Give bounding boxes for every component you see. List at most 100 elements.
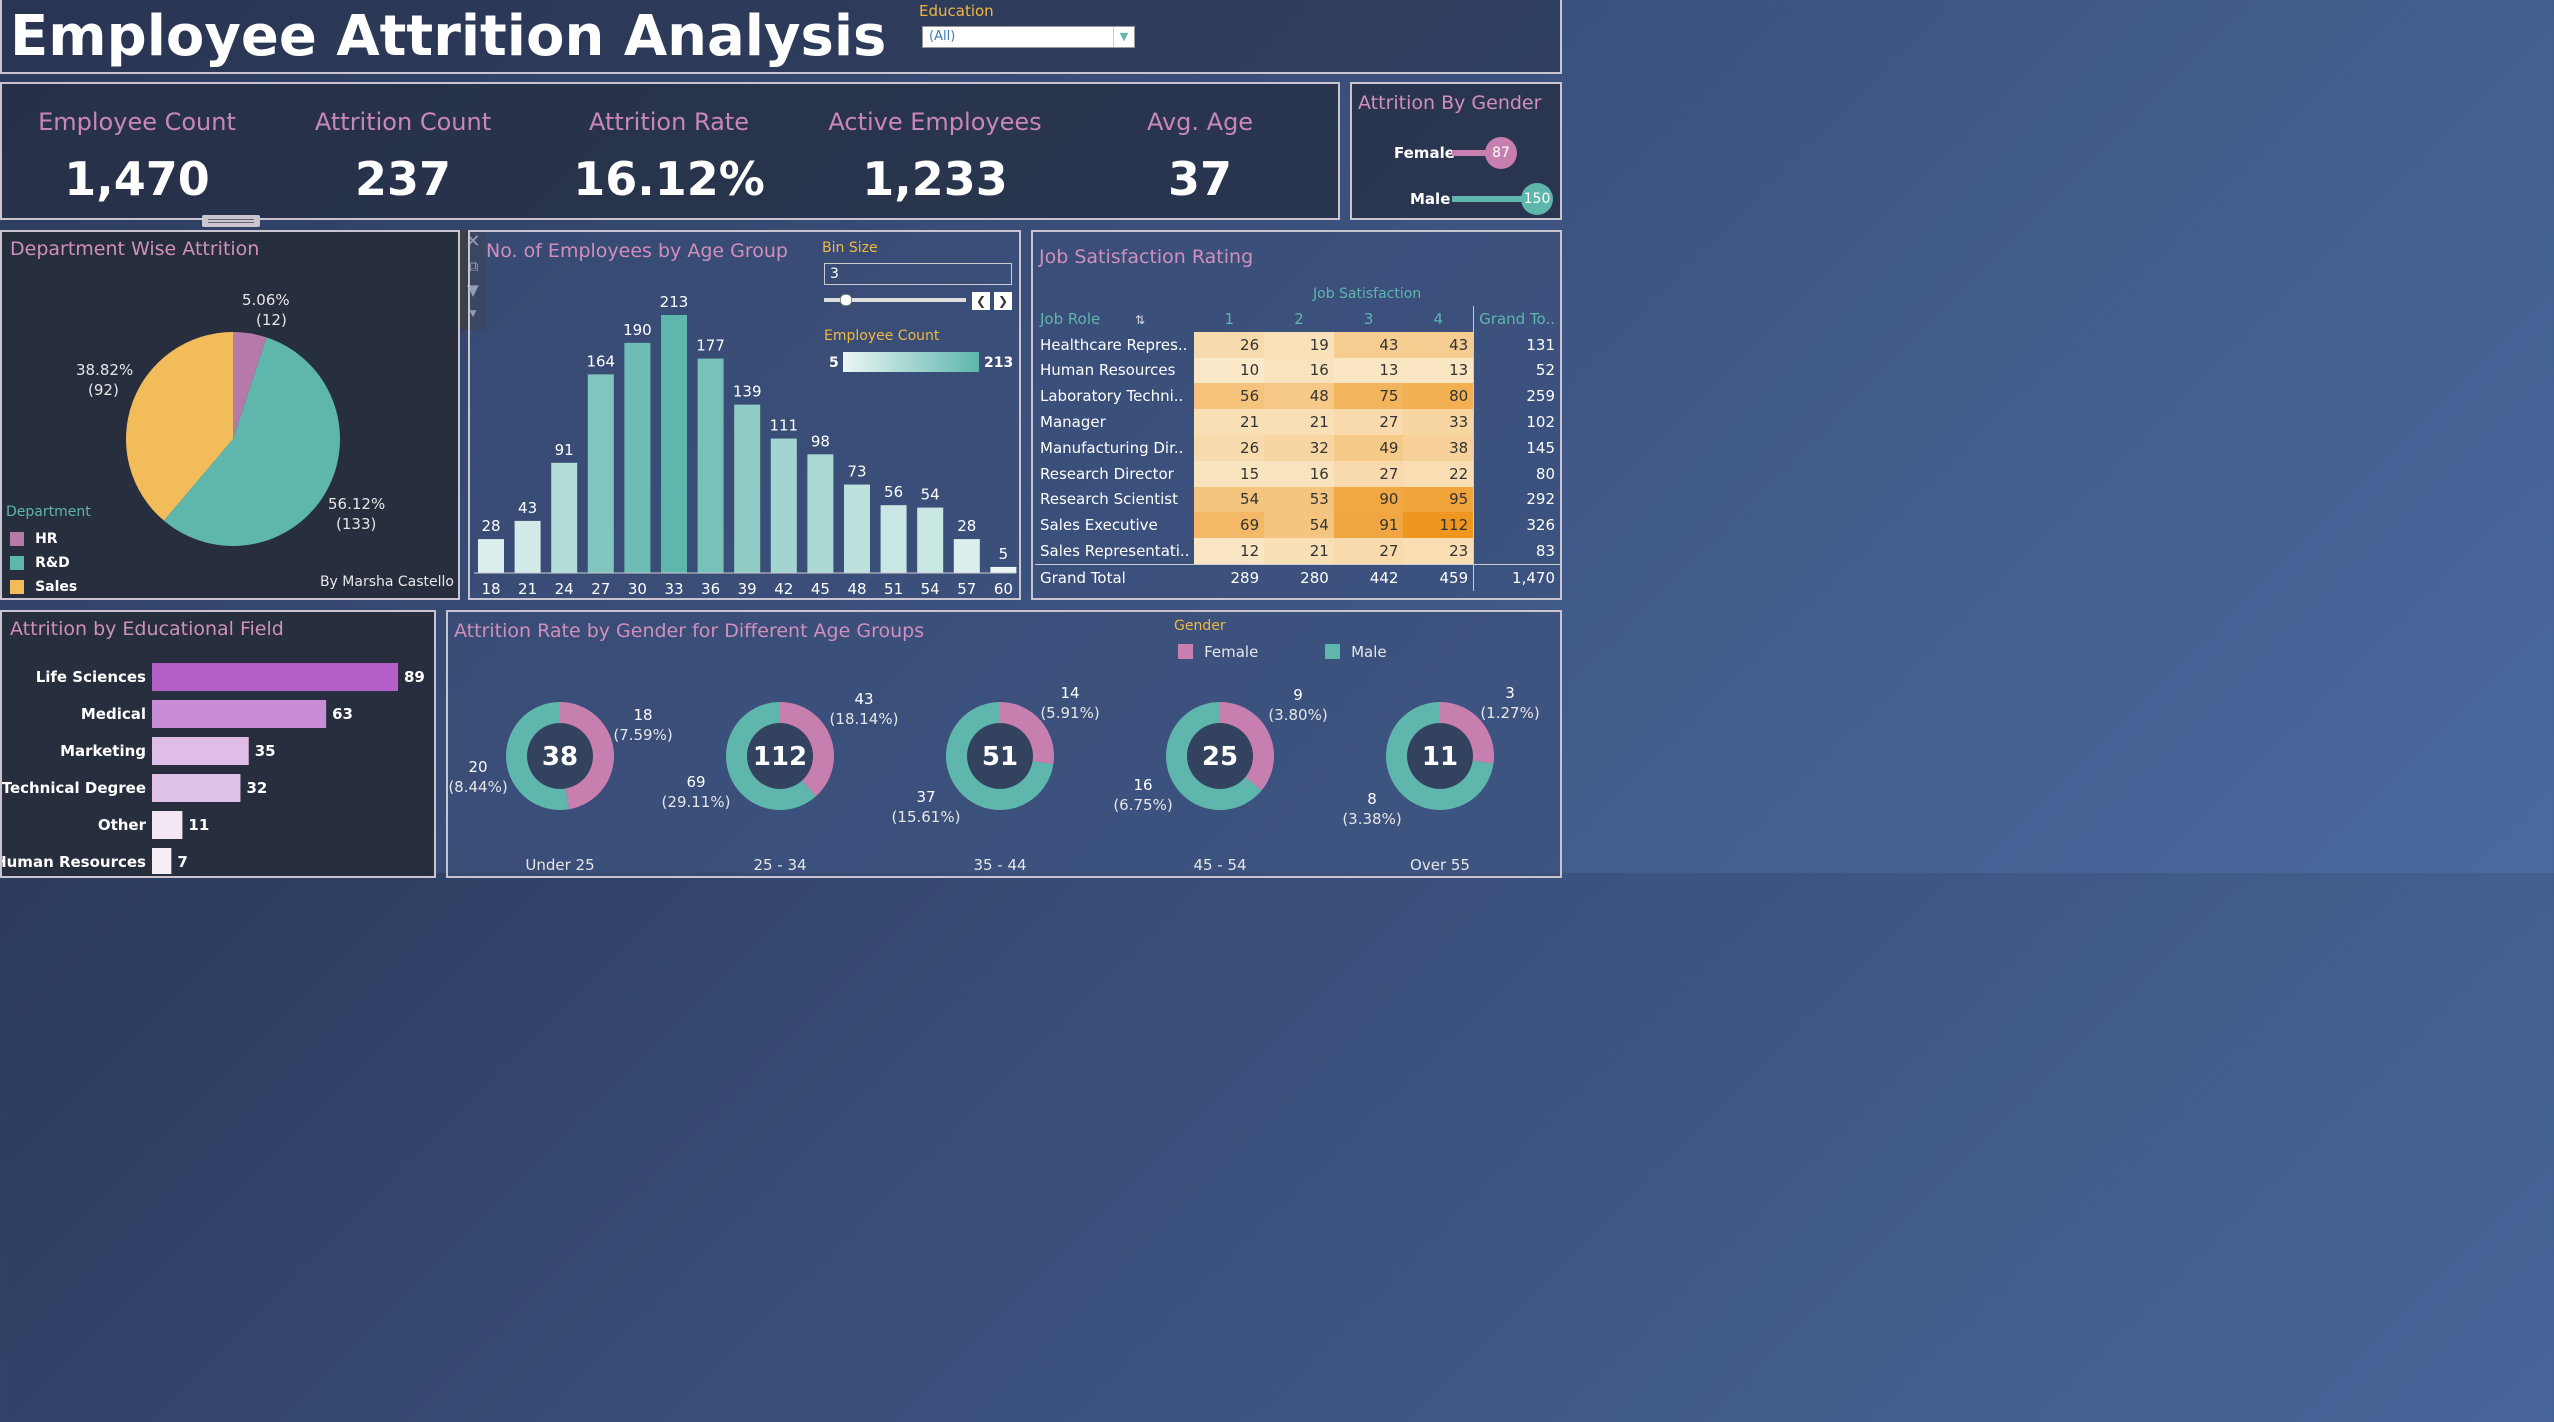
bin-size-slider-handle[interactable] <box>840 294 852 306</box>
rating-cell[interactable]: 15 <box>1194 460 1265 487</box>
rating-cell[interactable]: 32 <box>1264 434 1334 461</box>
rating-cell[interactable]: 16 <box>1264 357 1334 384</box>
table-row[interactable]: Sales Representati.. 12 21 27 23 83 <box>1035 538 1560 565</box>
table-row[interactable]: Sales Executive 69 54 91 112 326 <box>1035 512 1560 539</box>
age-tick-label: 27 <box>591 580 610 598</box>
rating-cell[interactable]: 13 <box>1333 357 1404 384</box>
bin-decrease-button[interactable]: ❮ <box>972 292 990 310</box>
rating-cell[interactable]: 27 <box>1333 460 1404 487</box>
rating-cell[interactable]: 48 <box>1264 383 1334 410</box>
rating-cell[interactable]: 21 <box>1194 409 1265 435</box>
rating-cell[interactable]: 27 <box>1333 538 1404 565</box>
kpi-avg-age-label: Avg. Age <box>1146 108 1254 136</box>
rating-cell[interactable]: 90 <box>1333 486 1404 513</box>
donut-total-label: 51 <box>982 742 1018 772</box>
bin-increase-button[interactable]: ❯ <box>994 292 1012 310</box>
age-bar[interactable] <box>624 342 651 573</box>
rating-cell[interactable]: 54 <box>1194 486 1265 513</box>
rating-cell[interactable]: 91 <box>1333 512 1404 539</box>
pie-label-rd-count: (133) <box>336 515 377 533</box>
bin-size-slider[interactable] <box>824 294 966 306</box>
edu-bar[interactable] <box>152 848 172 874</box>
rating-cell[interactable]: 26 <box>1194 434 1265 461</box>
rating-cell[interactable]: 112 <box>1403 512 1474 539</box>
legend-label-rd: R&D <box>35 554 70 571</box>
donut-female-pct: (5.91%) <box>1040 704 1099 722</box>
age-bar[interactable] <box>587 374 614 573</box>
grand-total-overall: 1,470 <box>1473 564 1560 591</box>
row-total-cell: 292 <box>1473 486 1560 513</box>
sort-icon[interactable]: ⇅ <box>1135 313 1145 327</box>
rating-cell[interactable]: 33 <box>1403 409 1474 435</box>
age-bar[interactable] <box>807 454 834 573</box>
rating-cell[interactable]: 38 <box>1403 434 1474 461</box>
age-bar[interactable] <box>697 358 724 573</box>
col-grand-total: Grand To.. <box>1473 306 1560 332</box>
rating-cell[interactable]: 21 <box>1264 409 1334 435</box>
rating-cell[interactable]: 16 <box>1264 460 1334 487</box>
rating-cell[interactable]: 21 <box>1264 538 1334 565</box>
rating-cell[interactable]: 56 <box>1194 383 1265 410</box>
rating-cell[interactable]: 49 <box>1333 434 1404 461</box>
gender-male-value[interactable]: 150 <box>1521 183 1553 215</box>
rating-cell[interactable]: 43 <box>1333 331 1404 358</box>
age-bar[interactable] <box>880 505 907 573</box>
rating-cell[interactable]: 27 <box>1333 409 1404 435</box>
edu-bar[interactable] <box>152 811 183 839</box>
age-bar[interactable] <box>953 539 980 573</box>
age-bar[interactable] <box>734 404 761 573</box>
panel-drag-handle[interactable] <box>202 215 260 227</box>
edu-bar[interactable] <box>152 700 327 728</box>
age-bar[interactable] <box>661 315 687 573</box>
legend-item-hr[interactable]: HR <box>10 528 58 548</box>
table-row[interactable]: Manufacturing Dir.. 26 32 49 38 145 <box>1035 434 1560 461</box>
bin-size-input[interactable]: 3 <box>824 263 1012 285</box>
gender-female-value[interactable]: 87 <box>1485 137 1517 169</box>
age-bar[interactable] <box>990 566 1017 573</box>
age-bar[interactable] <box>551 462 578 573</box>
rating-cell[interactable]: 43 <box>1403 331 1474 358</box>
rating-cell[interactable]: 69 <box>1194 512 1265 539</box>
table-row[interactable]: Manager 21 21 27 33 102 <box>1035 409 1560 435</box>
legend-item-rd[interactable]: R&D <box>10 552 70 572</box>
table-row[interactable]: Research Director 15 16 27 22 80 <box>1035 460 1560 487</box>
legend-item-sales[interactable]: Sales <box>10 576 77 596</box>
table-row[interactable]: Human Resources 10 16 13 13 52 <box>1035 357 1560 384</box>
edu-bar[interactable] <box>152 663 398 691</box>
legend-label-hr: HR <box>35 530 58 547</box>
rating-cell[interactable]: 12 <box>1194 538 1265 565</box>
rating-cell[interactable]: 19 <box>1264 331 1334 358</box>
education-filter-dropdown[interactable]: (All) ▼ <box>922 26 1135 48</box>
gender-male-bar[interactable] <box>1452 196 1532 202</box>
age-bar[interactable] <box>514 520 541 573</box>
legend-swatch-sales <box>10 579 24 594</box>
col-1: 1 <box>1224 309 1235 328</box>
edu-bar[interactable] <box>152 737 249 765</box>
age-bar[interactable] <box>478 539 504 573</box>
table-row[interactable]: Research Scientist 54 53 90 95 292 <box>1035 486 1560 513</box>
age-bar[interactable] <box>917 507 944 573</box>
job-role-cell: Research Director <box>1040 464 1174 483</box>
age-bar[interactable] <box>770 438 797 573</box>
edu-bar[interactable] <box>152 774 241 802</box>
col-job-role[interactable]: Job Role ⇅ <box>1035 306 1194 332</box>
rating-cell[interactable]: 54 <box>1264 512 1334 539</box>
rating-cell[interactable]: 13 <box>1403 357 1474 384</box>
table-row[interactable]: Laboratory Techni.. 56 48 75 80 259 <box>1035 383 1560 410</box>
age-bar-value-label: 91 <box>555 441 574 459</box>
kpi-employee-count-label: Employee Count <box>38 108 236 136</box>
age-bar[interactable] <box>844 484 870 573</box>
rating-cell[interactable]: 53 <box>1264 486 1334 513</box>
rating-cell[interactable]: 75 <box>1333 383 1404 410</box>
rating-cell[interactable]: 80 <box>1403 383 1474 410</box>
rating-cell[interactable]: 95 <box>1403 486 1474 513</box>
table-row[interactable]: Healthcare Repres.. 26 19 43 43 131 <box>1035 331 1560 358</box>
rating-cell[interactable]: 10 <box>1194 357 1265 384</box>
chevron-down-icon[interactable]: ▼ <box>1113 27 1134 47</box>
department-legend-title: Department <box>6 504 91 520</box>
rating-cell[interactable]: 26 <box>1194 331 1265 358</box>
col-4: 4 <box>1433 309 1444 328</box>
age-bar-value-label: 28 <box>957 517 976 535</box>
rating-cell[interactable]: 22 <box>1403 460 1474 487</box>
rating-cell[interactable]: 23 <box>1403 538 1474 565</box>
